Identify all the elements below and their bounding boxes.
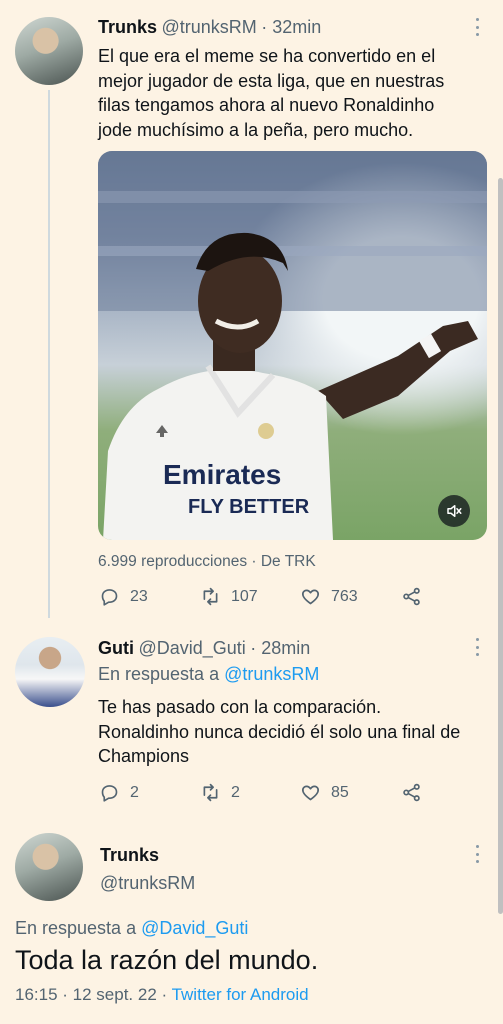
like-button[interactable]: 763 xyxy=(300,586,358,607)
shirt-sponsor-text: Emirates xyxy=(163,459,281,490)
timestamp[interactable]: · 32min xyxy=(261,17,321,37)
like-count: 763 xyxy=(331,587,358,605)
tweet-text: Te has pasado con la comparación. Ronald… xyxy=(98,697,461,766)
retweet-count: 107 xyxy=(231,587,258,605)
mute-icon[interactable] xyxy=(438,495,470,527)
author-handle[interactable]: @trunksRM xyxy=(100,873,195,894)
author-name[interactable]: Trunks xyxy=(100,845,159,866)
reply-context: En respuesta a @trunksRM xyxy=(98,664,319,685)
video-frame: Emirates FLY BETTER xyxy=(98,151,487,540)
author-handle[interactable]: @trunksRM xyxy=(161,17,256,37)
share-button[interactable] xyxy=(401,782,422,803)
share-icon xyxy=(403,783,420,802)
retweet-count: 2 xyxy=(231,783,240,801)
author-name[interactable]: Trunks xyxy=(98,17,157,37)
more-options-icon[interactable] xyxy=(476,845,480,863)
mention-link[interactable]: @David_Guti xyxy=(141,918,248,938)
avatar[interactable] xyxy=(15,833,83,901)
timestamp[interactable]: · 28min xyxy=(250,638,310,658)
thread-line xyxy=(48,90,50,618)
author-handle[interactable]: @David_Guti xyxy=(138,638,245,658)
share-icon xyxy=(403,587,420,606)
client-link[interactable]: Twitter for Android xyxy=(172,985,309,1004)
source-text: · De TRK xyxy=(251,553,316,570)
tweet2-header: Guti @David_Guti · 28min xyxy=(98,638,310,659)
view-count: 6.999 reproducciones · De TRK xyxy=(98,553,316,571)
like-count: 85 xyxy=(331,783,349,801)
retweet-button[interactable]: 2 xyxy=(200,782,240,803)
tweet1-header: Trunks @trunksRM · 32min xyxy=(98,17,321,38)
tweet-text: El que era el meme se ha convertido en e… xyxy=(98,46,445,140)
reply-context: En respuesta a @David_Guti xyxy=(15,918,248,939)
reply-icon xyxy=(101,785,118,802)
reply-count: 2 xyxy=(130,783,139,801)
reply-count: 23 xyxy=(130,587,148,605)
reply-prefix: En respuesta a xyxy=(15,918,137,938)
retweet-icon xyxy=(203,587,218,606)
reply-button[interactable]: 23 xyxy=(99,586,148,607)
like-button[interactable]: 85 xyxy=(300,782,349,803)
avatar[interactable] xyxy=(15,17,83,85)
tweet-text: Toda la razón del mundo. xyxy=(15,945,319,975)
avatar[interactable] xyxy=(15,637,85,707)
reply-prefix: En respuesta a xyxy=(98,664,220,684)
tweet-meta: 16:15 · 12 sept. 22 · Twitter for Androi… xyxy=(15,985,309,1005)
reply-icon xyxy=(101,589,118,606)
share-button[interactable] xyxy=(401,586,422,607)
heart-icon xyxy=(302,589,319,605)
retweet-icon xyxy=(203,783,218,802)
more-options-icon[interactable] xyxy=(476,18,480,36)
reply-button[interactable]: 2 xyxy=(99,782,139,803)
mention-link[interactable]: @trunksRM xyxy=(224,664,319,684)
shirt-sponsor-subtext: FLY BETTER xyxy=(188,496,310,518)
views-text: 6.999 reproducciones xyxy=(98,553,248,570)
scrollbar[interactable] xyxy=(498,178,503,914)
retweet-button[interactable]: 107 xyxy=(200,586,258,607)
tweet-date: 16:15 · 12 sept. 22 · xyxy=(15,985,168,1004)
heart-icon xyxy=(302,785,319,801)
author-name[interactable]: Guti xyxy=(98,638,134,658)
more-options-icon[interactable] xyxy=(476,638,480,656)
video-player[interactable]: Emirates FLY BETTER xyxy=(98,151,487,540)
